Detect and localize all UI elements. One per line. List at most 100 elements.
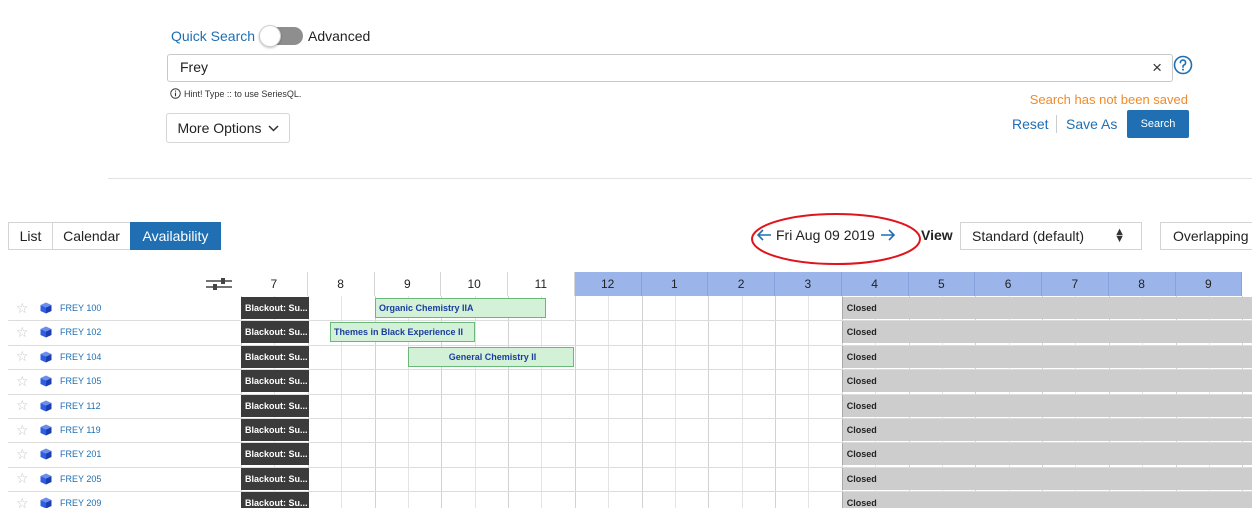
hour-header: 4 [841,272,909,296]
search-input[interactable] [168,55,1140,79]
closed-block: Closed [841,419,1252,441]
star-outline-icon[interactable]: ☆ [16,324,32,341]
room-name-link[interactable]: FREY 209 [60,498,101,508]
blackout-block[interactable]: Blackout: Su... [241,443,309,466]
hour-header: 9 [375,272,442,296]
sort-caret-icon: ▲ ▼ [1114,226,1125,245]
room-row-label: ☆ FREY 205 [16,467,101,491]
cube-icon [40,326,52,338]
star-outline-icon[interactable]: ☆ [16,446,32,463]
hour-header: 5 [908,272,976,296]
toggle-switch-icon [259,25,281,47]
event-block[interactable]: Organic Chemistry IIA [375,298,546,318]
overlapping-button[interactable]: Overlapping [1160,222,1252,250]
closed-block: Closed [841,443,1252,466]
grid-line [775,296,776,508]
blackout-block[interactable]: Blackout: Su... [241,321,309,344]
star-outline-icon[interactable]: ☆ [16,300,32,317]
blackout-block[interactable]: Blackout: Su... [241,394,309,417]
view-select[interactable]: Standard (default) ▲ ▼ [960,222,1142,250]
event-block[interactable]: General Chemistry II [408,346,574,367]
closed-block: Closed [841,492,1252,508]
hour-header: 1 [641,272,709,296]
annotation-circle [751,213,921,265]
closed-block: Closed [841,467,1252,490]
search-button[interactable]: Search [1127,110,1189,138]
grid-line [574,296,576,508]
cube-icon [40,473,52,485]
hour-header: 11 [508,272,575,296]
hour-header: 10 [441,272,508,296]
hour-header: 2 [708,272,775,296]
blackout-block[interactable]: Blackout: Su... [241,419,309,441]
blackout-block[interactable]: Blackout: Su... [241,297,309,319]
availability-grid: 7 8 9 10 11 12 1 2 3 4 5 6 7 8 9 ☆ FREY 100 Blackout: Su.… [0,272,1252,508]
tab-availability[interactable]: Availability [130,222,221,250]
room-row-label: ☆ FREY 100 [16,296,101,320]
link-divider [1056,115,1057,133]
slider-settings-icon[interactable] [204,277,234,291]
closed-block: Closed [841,345,1252,368]
event-block[interactable]: Themes in Black Experience II [330,322,475,343]
blackout-block[interactable]: Blackout: Su... [241,492,309,508]
star-outline-icon[interactable]: ☆ [16,397,32,414]
blackout-block[interactable]: Blackout: Su... [241,467,309,490]
cube-icon [40,375,52,387]
star-outline-icon[interactable]: ☆ [16,470,32,487]
tab-list[interactable]: List [8,222,53,250]
grid-line [541,296,543,508]
star-outline-icon[interactable]: ☆ [16,373,32,390]
advanced-label[interactable]: Advanced [308,28,370,44]
hint-label: Hint! Type :: to use SeriesQL. [184,88,302,99]
star-outline-icon[interactable]: ☆ [16,495,32,508]
chevron-down-icon [267,124,279,132]
closed-block: Closed [841,370,1252,393]
tab-calendar[interactable]: Calendar [52,222,131,250]
star-outline-icon[interactable]: ☆ [16,422,32,439]
help-circle-icon[interactable] [1173,55,1193,75]
hour-header: 6 [975,272,1042,296]
hour-header: 12 [574,272,642,296]
closed-block: Closed [841,394,1252,417]
search-not-saved-status: Search has not been saved [1029,92,1188,107]
room-row-label: ☆ FREY 102 [16,320,101,344]
grid-line [641,296,643,508]
room-name-link[interactable]: FREY 201 [60,449,101,459]
cube-icon [40,400,52,412]
quick-search-label[interactable]: Quick Search [171,28,255,44]
room-row-label: ☆ FREY 105 [16,369,101,393]
blackout-block[interactable]: Blackout: Su... [241,345,309,368]
cube-icon [40,424,52,436]
search-field: × [167,54,1173,82]
hour-header: 7 [241,272,308,296]
room-row-label: ☆ FREY 209 [16,491,101,508]
grid-line [608,296,610,508]
room-name-link[interactable]: FREY 205 [60,474,101,484]
view-label: View [921,227,953,243]
room-row-label: ☆ FREY 112 [16,394,101,418]
closed-block: Closed [841,297,1252,319]
search-mode-toggle[interactable] [259,25,303,47]
hint-text: Hint! Type :: to use SeriesQL. [170,88,301,99]
room-name-link[interactable]: FREY 104 [60,352,101,362]
star-outline-icon[interactable]: ☆ [16,348,32,365]
cube-icon [40,497,52,508]
save-as-link[interactable]: Save As [1066,116,1117,132]
room-name-link[interactable]: FREY 119 [60,425,101,435]
room-name-link[interactable]: FREY 105 [60,376,101,386]
room-name-link[interactable]: FREY 112 [60,401,101,411]
clear-icon[interactable]: × [1152,58,1162,78]
hour-header: 9 [1175,272,1243,296]
room-name-link[interactable]: FREY 102 [60,327,101,337]
more-options-label: More Options [177,120,262,136]
reset-link[interactable]: Reset [1012,116,1049,132]
view-select-value: Standard (default) [972,228,1085,244]
section-divider [108,178,1252,179]
room-row-label: ☆ FREY 104 [16,345,101,369]
more-options-button[interactable]: More Options [166,113,290,143]
blackout-block[interactable]: Blackout: Su... [241,370,309,393]
cube-icon [40,302,52,314]
room-name-link[interactable]: FREY 100 [60,303,101,313]
hour-header: 8 [1108,272,1176,296]
hour-header: 3 [775,272,842,296]
